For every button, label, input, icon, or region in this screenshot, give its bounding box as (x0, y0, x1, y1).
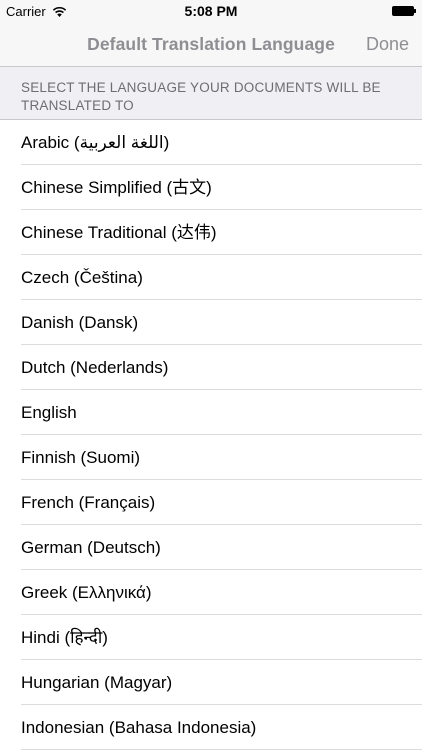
language-label: Hindi (हिन्दी) (21, 628, 108, 647)
battery-icon (392, 6, 416, 16)
language-label: Greek (Ελληνικά) (21, 583, 152, 602)
language-item-english[interactable]: English (0, 390, 422, 435)
page-title: Default Translation Language (87, 34, 335, 54)
language-label: Chinese Simplified (古文) (21, 178, 212, 197)
language-item-chinese-traditional[interactable]: Chinese Traditional (达伟) (0, 210, 422, 255)
status-bar: Carrier 5:08 PM (0, 0, 422, 22)
language-item-hindi[interactable]: Hindi (हिन्दी) (0, 615, 422, 660)
section-header: SELECT THE LANGUAGE YOUR DOCUMENTS WILL … (0, 66, 422, 120)
language-label: Arabic (اللغة العربية) (21, 133, 170, 152)
language-item-finnish[interactable]: Finnish (Suomi) (0, 435, 422, 480)
language-item-greek[interactable]: Greek (Ελληνικά) (0, 570, 422, 615)
language-label: Danish (Dansk) (21, 313, 139, 332)
language-label: Indonesian (Bahasa Indonesia) (21, 718, 257, 737)
language-item-french[interactable]: French (Français) (0, 480, 422, 525)
language-list: Arabic (اللغة العربية) Chinese Simplifie… (0, 120, 422, 750)
language-label: Hungarian (Magyar) (21, 673, 173, 692)
language-item-hungarian[interactable]: Hungarian (Magyar) (0, 660, 422, 705)
language-label: Chinese Traditional (达伟) (21, 223, 217, 242)
language-label: English (21, 403, 77, 422)
navigation-bar: Default Translation Language Done (0, 22, 422, 66)
language-item-czech[interactable]: Czech (Čeština) (0, 255, 422, 300)
language-label: Finnish (Suomi) (21, 448, 141, 467)
status-time: 5:08 PM (184, 3, 238, 19)
language-item-indonesian[interactable]: Indonesian (Bahasa Indonesia) (0, 705, 422, 750)
language-label: German (Deutsch) (21, 538, 161, 557)
language-label: French (Français) (21, 493, 156, 512)
language-label: Czech (Čeština) (21, 268, 143, 287)
done-button[interactable]: Done (366, 22, 409, 66)
language-label: Dutch (Nederlands) (21, 358, 169, 377)
language-item-arabic[interactable]: Arabic (اللغة العربية) (0, 120, 422, 165)
language-item-dutch[interactable]: Dutch (Nederlands) (0, 345, 422, 390)
language-item-german[interactable]: German (Deutsch) (0, 525, 422, 570)
section-header-label: SELECT THE LANGUAGE YOUR DOCUMENTS WILL … (21, 80, 381, 113)
language-item-danish[interactable]: Danish (Dansk) (0, 300, 422, 345)
language-item-chinese-simplified[interactable]: Chinese Simplified (古文) (0, 165, 422, 210)
